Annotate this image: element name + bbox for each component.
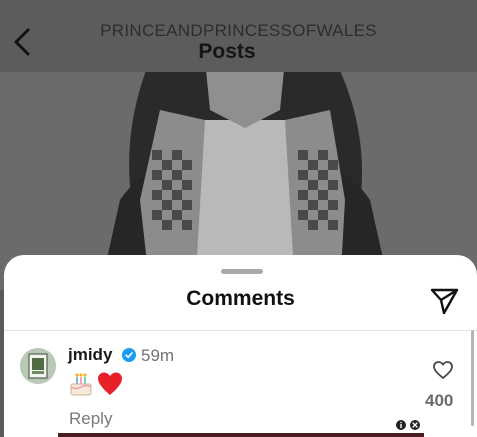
top-bar: PRINCEANDPRINCESSOFWALES Posts (0, 0, 477, 72)
close-icon[interactable] (410, 420, 420, 430)
scrollbar[interactable] (471, 330, 474, 426)
divider (4, 330, 477, 331)
red-heart-emoji-icon (98, 372, 122, 395)
comments-sheet: Comments jmidy 59m 🎂❤️ (4, 255, 477, 437)
heart-outline-icon[interactable] (432, 360, 454, 380)
comment-username[interactable]: jmidy (68, 345, 112, 365)
next-item-preview (58, 433, 424, 437)
reply-button[interactable]: Reply (69, 409, 112, 429)
comments-title: Comments (186, 287, 295, 310)
avatar[interactable] (20, 348, 56, 384)
avatar-image (20, 348, 56, 384)
comment-timestamp: 59m (141, 346, 175, 365)
paper-plane-icon[interactable] (427, 286, 461, 316)
drag-handle[interactable] (221, 269, 263, 274)
like-count: 400 (425, 391, 454, 410)
birthday-cake-emoji-icon (70, 373, 92, 396)
info-icon[interactable] (396, 420, 406, 430)
verified-badge-icon (122, 348, 136, 362)
account-name[interactable]: PRINCEANDPRINCESSOFWALES (0, 21, 477, 41)
comment-text: 🎂❤️ (68, 370, 124, 400)
page-title: Posts (198, 40, 256, 63)
